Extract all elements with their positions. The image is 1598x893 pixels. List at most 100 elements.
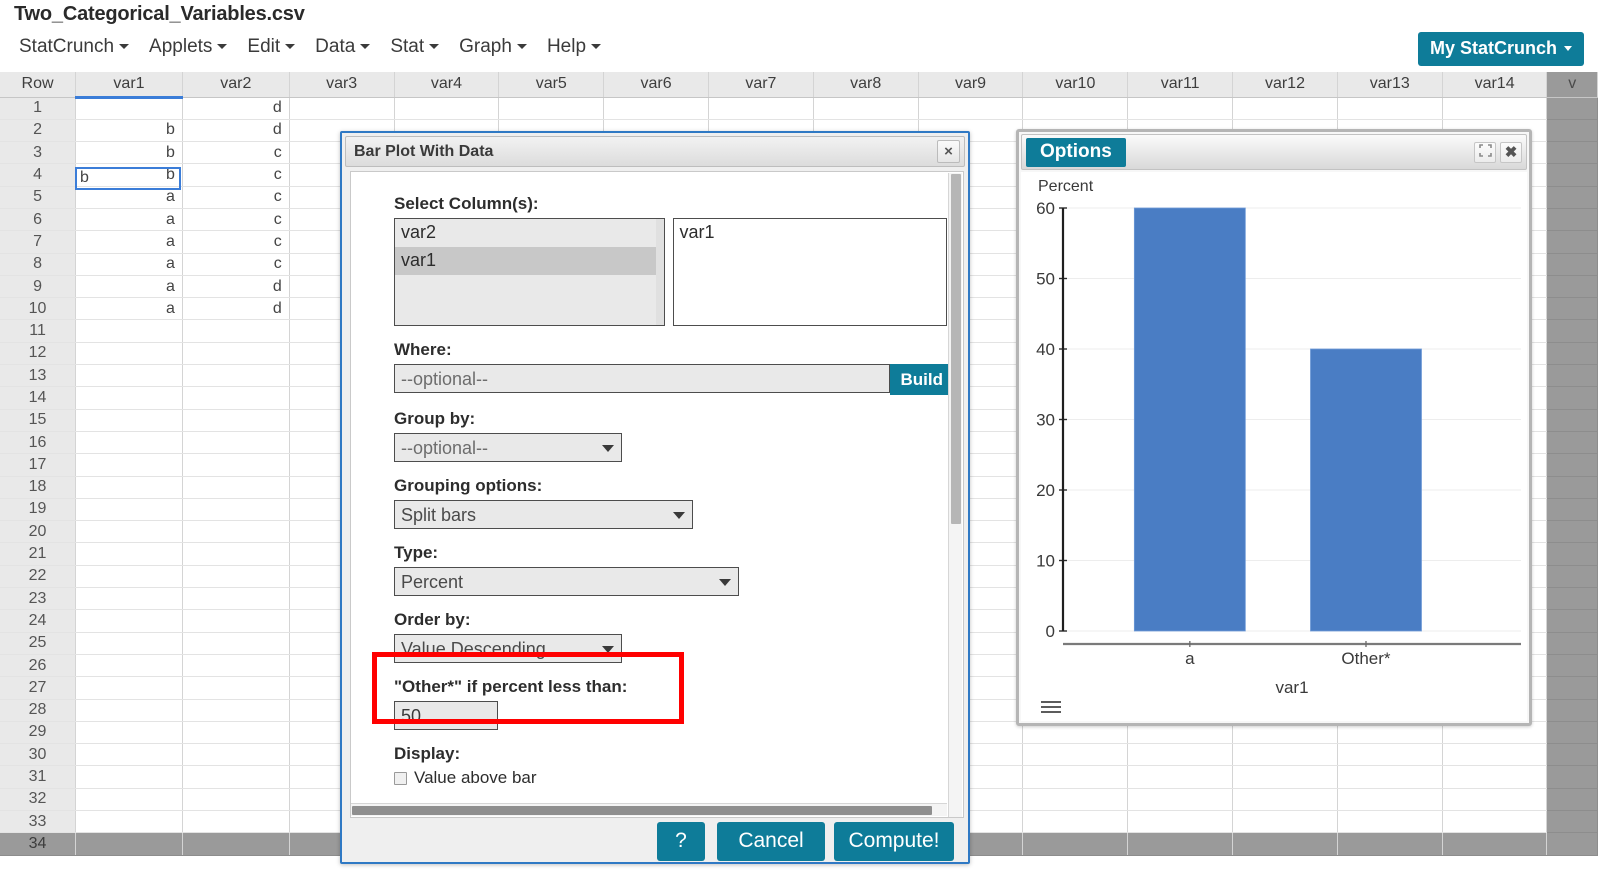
row-number[interactable]: 11 [0, 320, 76, 342]
my-statcrunch-button[interactable]: My StatCrunch [1418, 32, 1584, 66]
cell-var1-17[interactable] [76, 454, 183, 476]
chart-window[interactable]: Options ✖ Percent 0102030405060aOther*va… [1016, 129, 1532, 726]
row-number[interactable]: 24 [0, 610, 76, 632]
cell-var15-8[interactable] [1547, 253, 1598, 275]
cell-var15-20[interactable] [1547, 521, 1598, 543]
row-number[interactable]: 27 [0, 677, 76, 699]
cell-var10-33[interactable] [1023, 811, 1128, 833]
cell-var10-34[interactable] [1023, 833, 1128, 855]
cell-var2-20[interactable] [182, 521, 289, 543]
cell-var6-1[interactable] [604, 97, 709, 119]
cell-var15-12[interactable] [1547, 342, 1598, 364]
cell-var1-20[interactable] [76, 521, 183, 543]
chart-options-button[interactable]: Options [1026, 138, 1126, 167]
cell-var15-25[interactable] [1547, 632, 1598, 654]
cell-var2-29[interactable] [182, 721, 289, 743]
cell-var15-16[interactable] [1547, 431, 1598, 453]
cell-var13-34[interactable] [1337, 833, 1442, 855]
row-number[interactable]: 8 [0, 253, 76, 275]
cell-var1-9[interactable]: a [76, 275, 183, 297]
row-number[interactable]: 4 [0, 164, 76, 186]
row-number[interactable]: 34 [0, 833, 76, 855]
cell-var1-15[interactable] [76, 409, 183, 431]
cell-var2-27[interactable] [182, 677, 289, 699]
cell-var2-9[interactable]: d [182, 275, 289, 297]
row-number[interactable]: 15 [0, 409, 76, 431]
cell-var2-25[interactable] [182, 632, 289, 654]
cell-var14-32[interactable] [1442, 788, 1547, 810]
row-number[interactable]: 20 [0, 521, 76, 543]
dialog-horizontal-scroll-thumb[interactable] [352, 806, 932, 815]
column-header-var5[interactable]: var5 [499, 72, 604, 97]
cell-var1-19[interactable] [76, 498, 183, 520]
row-number[interactable]: 9 [0, 275, 76, 297]
row-number[interactable]: 7 [0, 231, 76, 253]
cell-var13-33[interactable] [1337, 811, 1442, 833]
cell-var15-11[interactable] [1547, 320, 1598, 342]
checkbox-icon[interactable] [394, 772, 407, 785]
cell-var2-2[interactable]: d [182, 119, 289, 141]
cell-var15-15[interactable] [1547, 409, 1598, 431]
cell-var1-25[interactable] [76, 632, 183, 654]
row-number[interactable]: 19 [0, 498, 76, 520]
cell-var15-33[interactable] [1547, 811, 1598, 833]
column-header-var7[interactable]: var7 [708, 72, 813, 97]
cell-var2-30[interactable] [182, 744, 289, 766]
row-number[interactable]: 22 [0, 565, 76, 587]
cell-var1-32[interactable] [76, 788, 183, 810]
cell-var2-28[interactable] [182, 699, 289, 721]
cell-var15-2[interactable] [1547, 119, 1598, 141]
cell-var1-28[interactable] [76, 699, 183, 721]
column-header-var13[interactable]: var13 [1337, 72, 1442, 97]
row-number[interactable]: 31 [0, 766, 76, 788]
cell-var15-10[interactable] [1547, 298, 1598, 320]
menu-item-graph[interactable]: Graph [450, 34, 538, 60]
cell-var15-30[interactable] [1547, 744, 1598, 766]
cell-var2-26[interactable] [182, 654, 289, 676]
dialog-horizontal-scrollbar[interactable] [351, 803, 947, 816]
row-number[interactable]: 18 [0, 476, 76, 498]
cell-var15-29[interactable] [1547, 721, 1598, 743]
row-number[interactable]: 1 [0, 97, 76, 119]
column-header-var3[interactable]: var3 [289, 72, 394, 97]
dialog-vertical-scrollbar[interactable] [948, 173, 962, 818]
row-number[interactable]: 5 [0, 186, 76, 208]
cell-var2-3[interactable]: c [182, 142, 289, 164]
cell-var1-23[interactable] [76, 588, 183, 610]
cell-var1-30[interactable] [76, 744, 183, 766]
cell-var4-1[interactable] [394, 97, 499, 119]
cell-var1-6[interactable]: a [76, 208, 183, 230]
cell-var2-18[interactable] [182, 476, 289, 498]
menu-item-stat[interactable]: Stat [381, 34, 450, 60]
cell-var11-30[interactable] [1128, 744, 1233, 766]
cell-var1-13[interactable] [76, 365, 183, 387]
cell-var14-1[interactable] [1442, 97, 1547, 119]
cell-var15-32[interactable] [1547, 788, 1598, 810]
cell-var7-1[interactable] [708, 97, 813, 119]
bar[interactable] [1134, 208, 1245, 631]
cell-var10-31[interactable] [1023, 766, 1128, 788]
row-number[interactable]: 6 [0, 208, 76, 230]
available-columns-listbox[interactable]: var2var1 [394, 218, 665, 326]
cell-var12-30[interactable] [1233, 744, 1338, 766]
cell-var1-5[interactable]: a [76, 186, 183, 208]
build-button[interactable]: Build [890, 364, 955, 395]
cell-var13-30[interactable] [1337, 744, 1442, 766]
column-header-var2[interactable]: var2 [182, 72, 289, 97]
column-header-var6[interactable]: var6 [604, 72, 709, 97]
cell-var1-7[interactable]: a [76, 231, 183, 253]
cell-var2-15[interactable] [182, 409, 289, 431]
dialog-close-icon[interactable]: × [937, 140, 960, 163]
cell-var13-31[interactable] [1337, 766, 1442, 788]
cell-var2-17[interactable] [182, 454, 289, 476]
row-number[interactable]: 28 [0, 699, 76, 721]
cell-var10-30[interactable] [1023, 744, 1128, 766]
cell-var2-14[interactable] [182, 387, 289, 409]
cell-var12-31[interactable] [1233, 766, 1338, 788]
cell-var2-23[interactable] [182, 588, 289, 610]
cell-var1-24[interactable] [76, 610, 183, 632]
menu-item-applets[interactable]: Applets [140, 34, 238, 60]
row-number[interactable]: 32 [0, 788, 76, 810]
column-header-var10[interactable]: var10 [1023, 72, 1128, 97]
close-icon[interactable]: ✖ [1500, 142, 1522, 163]
